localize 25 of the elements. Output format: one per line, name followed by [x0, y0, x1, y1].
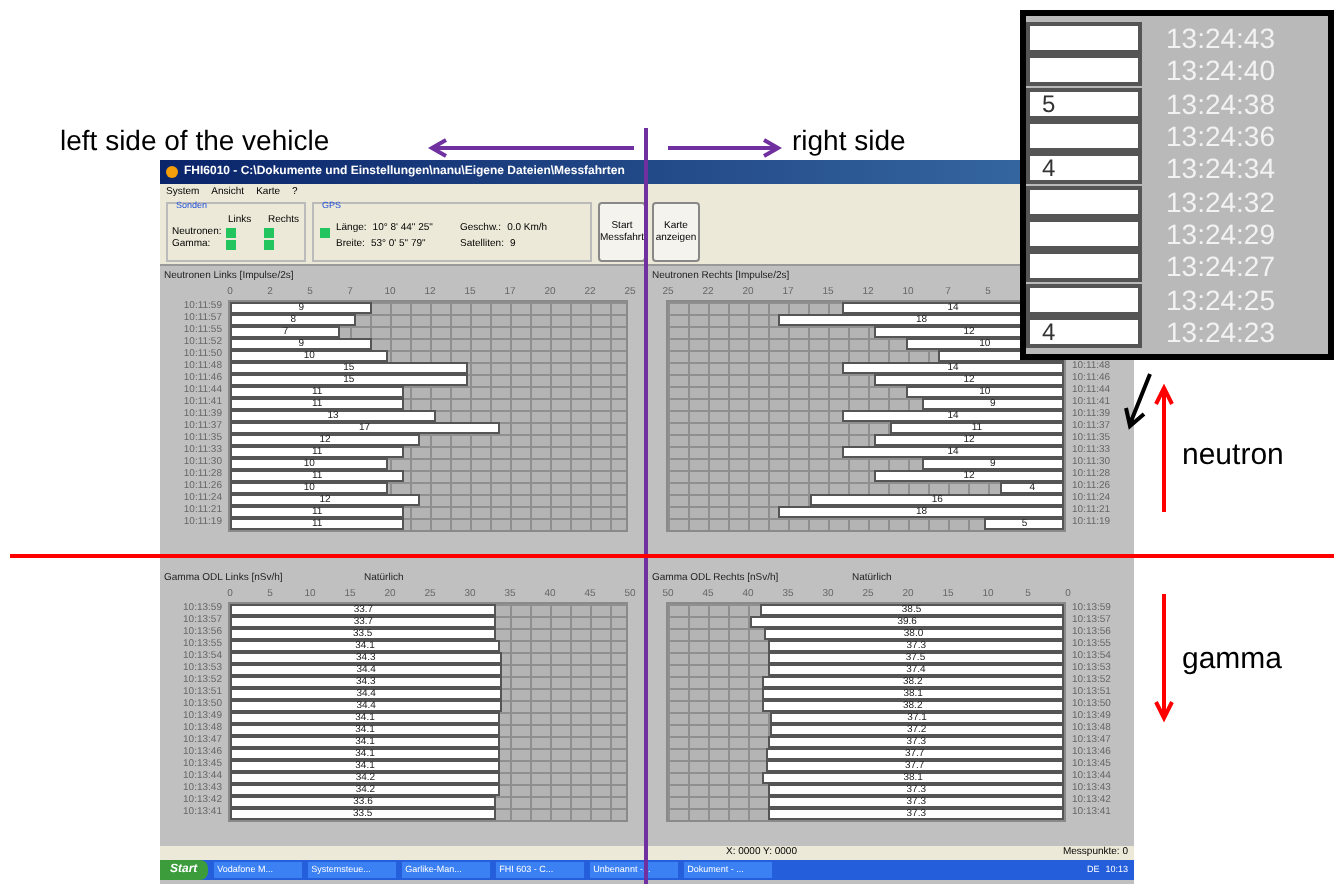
bar-value: 4: [1042, 156, 1056, 181]
time-label: 13:24:43: [1166, 24, 1275, 52]
time-label: 13:24:40: [1166, 56, 1275, 85]
bar-value: 5: [1042, 91, 1056, 116]
up-arrow: [1154, 384, 1174, 516]
time-label: 13:24:25: [1166, 285, 1275, 314]
pointer-arrow: [1124, 370, 1156, 430]
right-arrow: [664, 138, 784, 158]
annotation-label: gamma: [1182, 644, 1283, 674]
bar-value: 4: [1042, 319, 1056, 344]
down-arrow: [1154, 590, 1174, 726]
app-icon: [166, 166, 178, 178]
time-label: 13:24:29: [1166, 219, 1275, 248]
annotation-label: neutron: [1182, 440, 1284, 470]
time-label: 13:24:23: [1166, 317, 1275, 346]
time-label: 13:24:38: [1166, 89, 1275, 118]
annotation-label: left side of the vehicle: [60, 126, 330, 154]
time-label: 13:24:27: [1166, 252, 1275, 281]
time-label: 13:24:34: [1166, 154, 1275, 183]
bar: [1026, 22, 1142, 54]
time-label: 13:24:32: [1166, 187, 1275, 216]
time-label: 13:24:36: [1166, 121, 1275, 150]
annotation-label: right side: [792, 126, 906, 154]
bar: [1026, 217, 1142, 250]
bar: [1026, 250, 1142, 283]
